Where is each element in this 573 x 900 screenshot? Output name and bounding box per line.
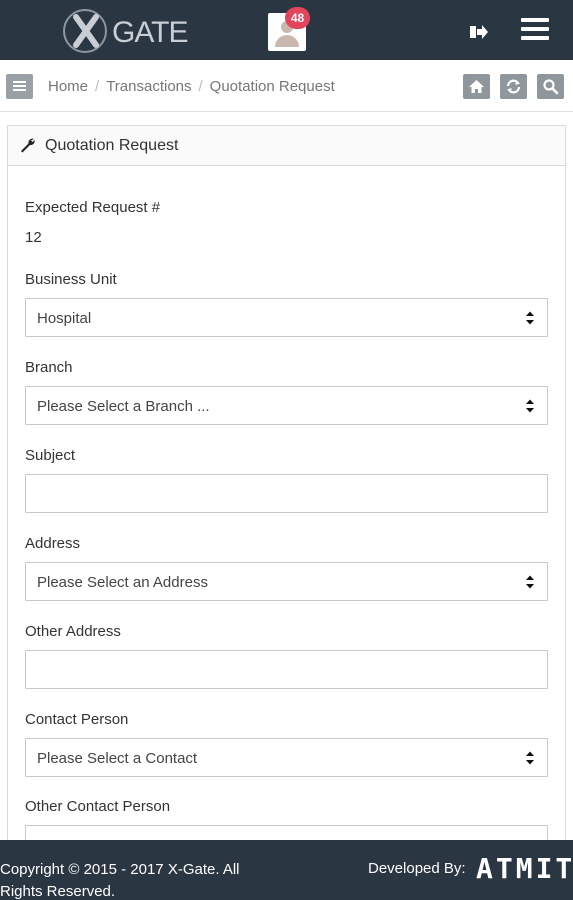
other-address-label: Other Address [25, 623, 121, 640]
business-unit-select[interactable]: Hospital [25, 298, 548, 337]
address-label: Address [25, 535, 81, 552]
wrench-icon [21, 138, 35, 153]
breadcrumb-bar: Home / Transactions / Quotation Request [0, 60, 573, 112]
branch-label: Branch [25, 359, 73, 376]
branch-selected: Please Select a Branch ... [37, 398, 210, 415]
business-unit-selected: Hospital [37, 310, 92, 327]
select-caret-icon [526, 751, 534, 765]
home-icon [469, 80, 484, 93]
footer: Copyright © 2015 - 2017 X-Gate. All Righ… [0, 840, 573, 900]
home-button[interactable] [463, 74, 490, 99]
copyright-text: Copyright © 2015 - 2017 X-Gate. All Righ… [0, 861, 240, 900]
logout-icon[interactable] [469, 22, 489, 42]
search-button[interactable] [537, 74, 564, 99]
refresh-icon [506, 79, 521, 94]
breadcrumb: Home / Transactions / Quotation Request [48, 78, 335, 95]
expected-request-value: 12 [25, 229, 42, 246]
breadcrumb-transactions[interactable]: Transactions [106, 78, 191, 95]
select-caret-icon [526, 311, 534, 325]
search-icon [543, 79, 559, 95]
developed-by-label: Developed By: [368, 860, 466, 877]
contact-person-selected: Please Select a Contact [37, 750, 198, 767]
expected-request-label: Expected Request # [25, 199, 161, 216]
refresh-button[interactable] [500, 74, 527, 99]
select-caret-icon [526, 399, 534, 413]
list-menu-icon[interactable] [6, 74, 33, 99]
developer-brand-logo[interactable]: ATMIT [476, 852, 573, 885]
panel-title: Quotation Request [45, 137, 179, 154]
address-select[interactable]: Please Select an Address [25, 562, 548, 601]
panel-header: Quotation Request [8, 126, 565, 166]
business-unit-label: Business Unit [25, 271, 117, 288]
address-selected: Please Select an Address [37, 574, 208, 591]
breadcrumb-home[interactable]: Home [48, 78, 88, 95]
notifications-badge[interactable]: 48 [285, 7, 310, 29]
contact-person-label: Contact Person [25, 711, 129, 728]
other-address-input[interactable] [25, 650, 548, 689]
logo-x-mark-icon [63, 9, 107, 53]
subject-label: Subject [25, 447, 76, 464]
select-caret-icon [526, 575, 534, 589]
logo-text: GATE [112, 16, 188, 49]
branch-select[interactable]: Please Select a Branch ... [25, 386, 548, 425]
xgate-logo[interactable]: GATE [62, 8, 188, 54]
other-contact-person-label: Other Contact Person [25, 798, 171, 815]
hamburger-menu-icon[interactable] [521, 18, 549, 44]
other-contact-person-input[interactable] [25, 825, 548, 840]
breadcrumb-current: Quotation Request [209, 78, 335, 95]
contact-person-select[interactable]: Please Select a Contact [25, 738, 548, 777]
subject-input[interactable] [25, 474, 548, 513]
top-navbar: GATE 48 [0, 0, 573, 60]
